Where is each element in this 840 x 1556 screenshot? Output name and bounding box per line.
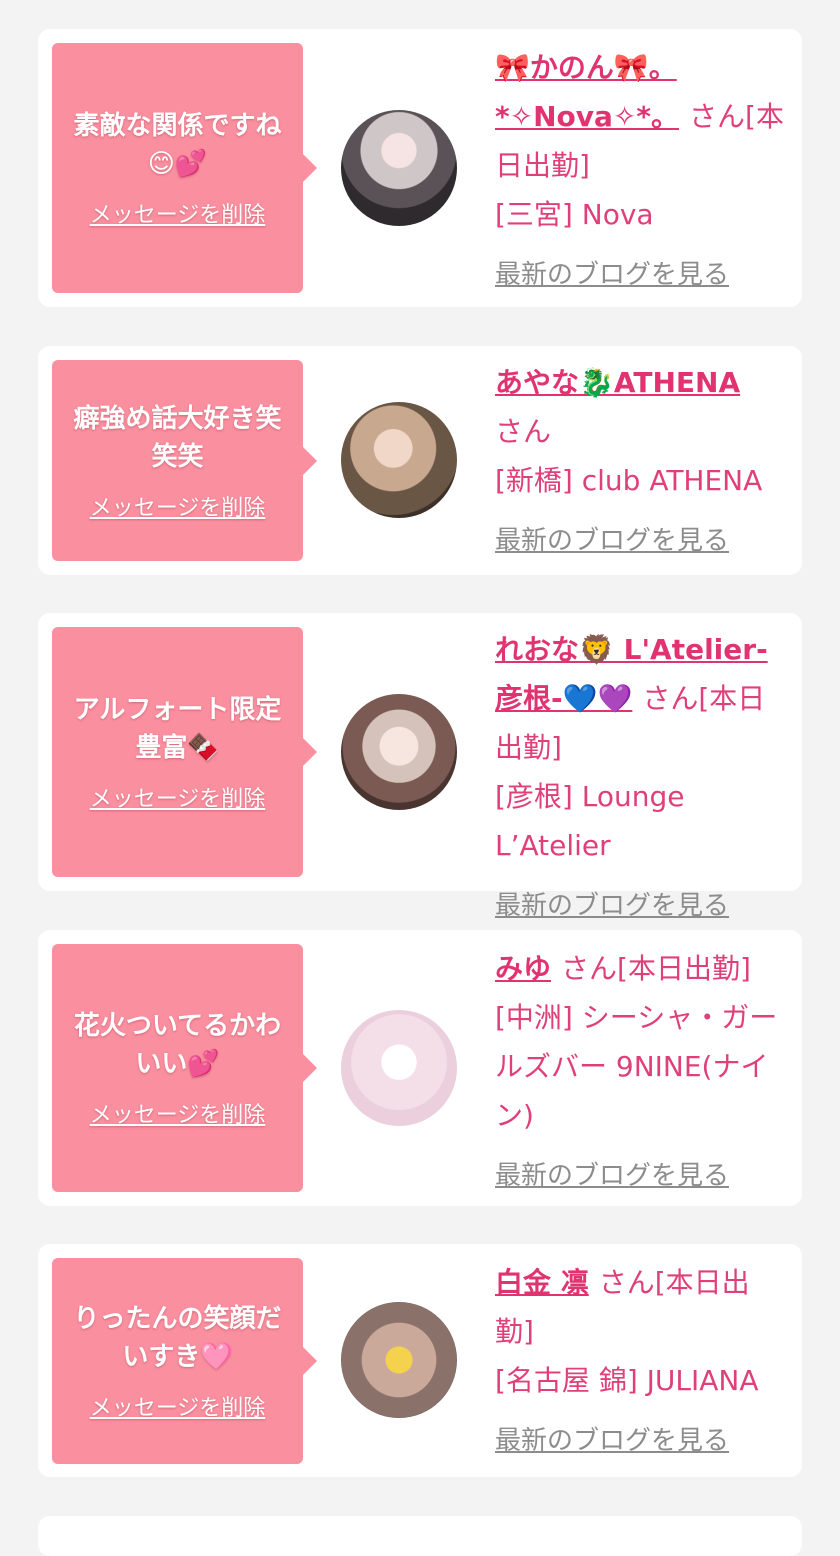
cast-info: みゆ さん[本日出勤] [中洲] シーシャ・ガールズバー 9NINE(ナイン) 最… bbox=[495, 944, 788, 1201]
avatar[interactable] bbox=[341, 694, 457, 810]
delete-message-link[interactable]: メッセージを削除 bbox=[90, 490, 266, 522]
latest-blog-link[interactable]: 最新のブログを見る bbox=[495, 1152, 729, 1201]
cast-info: れおな🦁 L'Atelier-彦根-💙💜 さん[本日出勤] [彦根] Lounge… bbox=[495, 625, 788, 931]
shop-name: [彦根] Lounge L’Atelier bbox=[495, 780, 685, 862]
avatar[interactable] bbox=[341, 1010, 457, 1126]
delete-message-link[interactable]: メッセージを削除 bbox=[90, 197, 266, 229]
delete-message-link[interactable]: メッセージを削除 bbox=[90, 1390, 266, 1422]
message-card: 癖強め話大好き笑笑笑 メッセージを削除 あやな🐉ATHENA さん [新橋] c… bbox=[38, 346, 802, 575]
cast-name-link[interactable]: みゆ bbox=[495, 952, 551, 985]
avatar[interactable] bbox=[341, 110, 457, 226]
cast-info: 🎀かのん🎀。*✧Nova✧*。 さん[本日出勤] [三宮] Nova 最新のブログ… bbox=[495, 43, 788, 300]
message-text: 癖強め話大好き笑笑笑 bbox=[73, 403, 282, 472]
shop-name: [名古屋 錦] JULIANA bbox=[495, 1364, 759, 1397]
message-text: アルフォート限定豊富🍫 bbox=[73, 695, 282, 763]
message-bubble: アルフォート限定豊富🍫 メッセージを削除 bbox=[52, 627, 317, 877]
shop-name: [三宮] Nova bbox=[495, 198, 654, 231]
cast-status: さん[本日出勤] bbox=[561, 952, 751, 985]
message-card: りったんの笑顔だいすき🩷 メッセージを削除 白金 凛さん[本日出勤] [名古屋 … bbox=[38, 1244, 802, 1477]
cast-info: あやな🐉ATHENA さん [新橋] club ATHENA 最新のブログを見る bbox=[495, 358, 788, 566]
latest-blog-link[interactable]: 最新のブログを見る bbox=[495, 882, 729, 931]
cast-info: 白金 凛さん[本日出勤] [名古屋 錦] JULIANA 最新のブログを見る bbox=[495, 1258, 788, 1466]
cast-name-link[interactable]: あやな🐉ATHENA bbox=[495, 366, 740, 399]
cast-name-link[interactable]: 🎀かのん🎀。*✧Nova✧*。 bbox=[495, 51, 679, 133]
shop-name: [新橋] club ATHENA bbox=[495, 464, 763, 497]
message-bubble: 癖強め話大好き笑笑笑 メッセージを削除 bbox=[52, 360, 317, 561]
avatar[interactable] bbox=[341, 402, 457, 518]
avatar[interactable] bbox=[341, 1302, 457, 1418]
delete-message-link[interactable]: メッセージを削除 bbox=[90, 781, 266, 813]
shop-name: [中洲] シーシャ・ガールズバー 9NINE(ナイン) bbox=[495, 1001, 778, 1132]
message-card: 花火ついてるかわいい💕 メッセージを削除 みゆ さん[本日出勤] [中洲] シーシ… bbox=[38, 930, 802, 1206]
message-text: りったんの笑顔だいすき🩷 bbox=[73, 1304, 282, 1372]
latest-blog-link[interactable]: 最新のブログを見る bbox=[495, 517, 729, 566]
message-card-list: 素敵な関係ですね😊💕 メッセージを削除 🎀かのん🎀。*✧Nova✧*。 さん[本日… bbox=[0, 0, 840, 1556]
message-bubble: 花火ついてるかわいい💕 メッセージを削除 bbox=[52, 944, 317, 1192]
delete-message-link[interactable]: メッセージを削除 bbox=[90, 1097, 266, 1129]
message-text: 素敵な関係ですね😊💕 bbox=[73, 111, 282, 179]
message-card-partial bbox=[38, 1516, 802, 1556]
message-text: 花火ついてるかわいい💕 bbox=[73, 1011, 282, 1079]
message-card: アルフォート限定豊富🍫 メッセージを削除 れおな🦁 L'Atelier-彦根-💙… bbox=[38, 613, 802, 921]
latest-blog-link[interactable]: 最新のブログを見る bbox=[495, 251, 729, 300]
message-card: 素敵な関係ですね😊💕 メッセージを削除 🎀かのん🎀。*✧Nova✧*。 さん[本日… bbox=[38, 29, 802, 307]
cast-status: さん bbox=[495, 415, 552, 448]
cast-name-link[interactable]: 白金 凛 bbox=[495, 1266, 589, 1299]
message-bubble: りったんの笑顔だいすき🩷 メッセージを削除 bbox=[52, 1258, 317, 1464]
latest-blog-link[interactable]: 最新のブログを見る bbox=[495, 1417, 729, 1466]
message-bubble: 素敵な関係ですね😊💕 メッセージを削除 bbox=[52, 43, 317, 293]
